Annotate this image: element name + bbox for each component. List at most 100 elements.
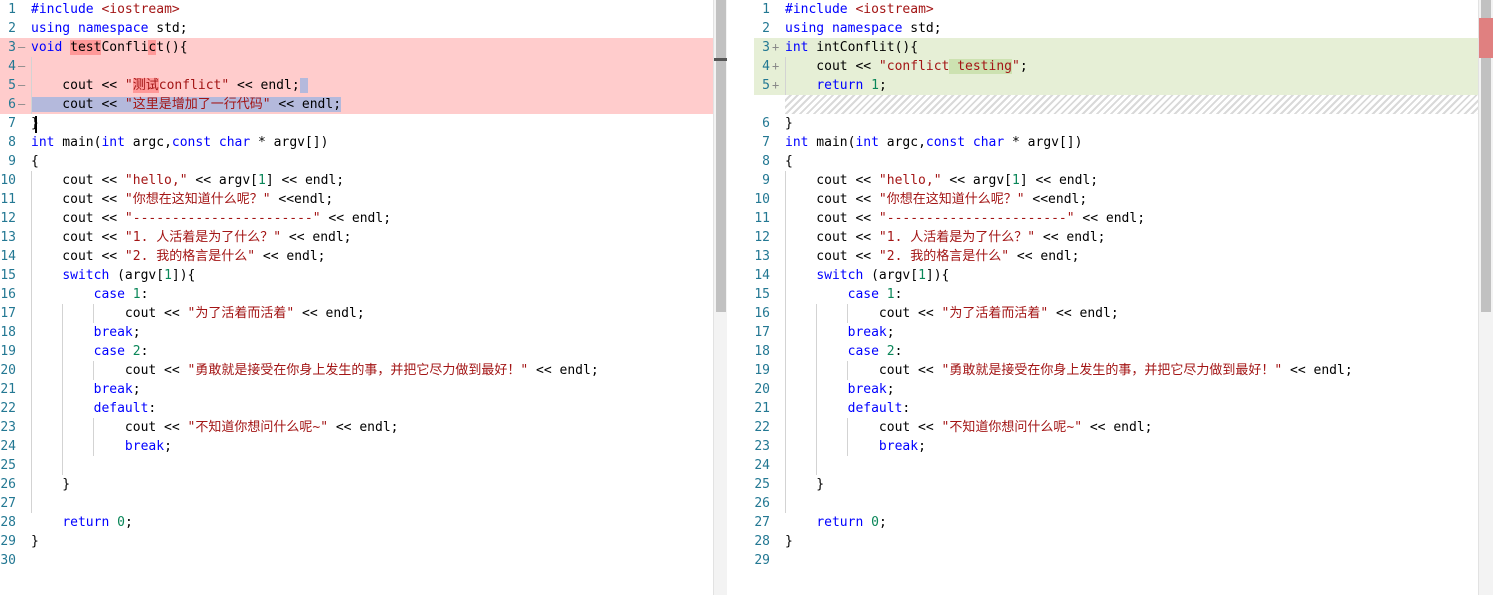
code-line[interactable]: 22 cout << "不知道你想问什么呢~" << endl; bbox=[754, 418, 1454, 437]
code-line[interactable]: 8 int main(int argc,const char * argv[]) bbox=[0, 133, 700, 152]
code-text: cout << "你想在这知道什么呢？" <<endl; bbox=[785, 192, 1088, 207]
code-line[interactable]: 8{ bbox=[754, 152, 1454, 171]
code-line[interactable]: 26 } bbox=[0, 475, 700, 494]
code-line[interactable]: 6} bbox=[754, 114, 1454, 133]
line-number: 28 bbox=[0, 515, 16, 530]
code-text: return 0; bbox=[816, 515, 887, 530]
line-number: 29 bbox=[0, 534, 16, 549]
indent-guide bbox=[62, 304, 63, 475]
code-line[interactable]: 15 switch (argv[1]){ bbox=[0, 266, 700, 285]
code-text: return 1; bbox=[816, 78, 887, 93]
code-line[interactable]: 1 #include <iostream> bbox=[0, 0, 700, 19]
code-line[interactable]: 5 + return 1; bbox=[754, 76, 1454, 95]
code-line[interactable]: 21 default: bbox=[754, 399, 1454, 418]
code-line[interactable]: 1 #include <iostream> bbox=[754, 0, 1454, 19]
code-line[interactable]: 17 break; bbox=[754, 323, 1454, 342]
code-line[interactable]: 29 bbox=[754, 551, 1454, 570]
line-number: 8 bbox=[762, 154, 770, 169]
code-line[interactable]: 20 cout << "勇敢就是接受在你身上发生的事，并把它尽力做到最好！" <… bbox=[0, 361, 700, 380]
code-line[interactable]: 16 cout << "为了活着而活着" << endl; bbox=[754, 304, 1454, 323]
code-line[interactable]: 27 return 0; bbox=[754, 513, 1454, 532]
code-line[interactable]: 14 cout << "2. 我的格言是什么" << endl; bbox=[0, 247, 700, 266]
code-line[interactable]: 19 case 2: bbox=[0, 342, 700, 361]
line-number: 3 bbox=[8, 40, 16, 55]
modified-scrollbar[interactable] bbox=[1478, 0, 1493, 595]
original-scrollbar[interactable] bbox=[713, 0, 727, 595]
original-editor-pane[interactable]: 1 #include <iostream> 2 using namespace std… bbox=[0, 0, 727, 595]
indent-guide bbox=[785, 171, 786, 513]
indent-guide bbox=[847, 304, 848, 323]
code-text: int main(int argc,const char * argv[]) bbox=[785, 135, 1083, 150]
code-line[interactable]: 3 + int intConflit(){ bbox=[754, 38, 1454, 57]
code-line[interactable]: 17 cout << "为了活着而活着" << endl; bbox=[0, 304, 700, 323]
code-line[interactable]: 7} bbox=[0, 114, 700, 133]
code-line[interactable]: 5— cout << "测试conflict" << endl; bbox=[0, 76, 700, 95]
code-text: } bbox=[785, 477, 825, 492]
code-line[interactable]: 28 return 0; bbox=[0, 513, 700, 532]
code-line[interactable]: 6— cout << "这里是增加了一行代码" << endl; bbox=[0, 95, 700, 114]
code-line[interactable] bbox=[754, 95, 1454, 114]
code-text: int intConflit(){ bbox=[785, 40, 919, 55]
code-text: cout << "2. 我的格言是什么" << endl; bbox=[785, 249, 1080, 264]
diff-gutter-mark: — bbox=[18, 40, 26, 54]
code-line[interactable]: 2 using namespace std; bbox=[0, 19, 700, 38]
modified-editor-pane[interactable]: 1 #include <iostream> 2 using namespace std… bbox=[754, 0, 1493, 595]
code-line[interactable]: 27 bbox=[0, 494, 700, 513]
code-line[interactable]: 4 + cout << "conflict testing"; bbox=[754, 57, 1454, 76]
code-line[interactable]: 10 cout << "你想在这知道什么呢？" <<endl; bbox=[754, 190, 1454, 209]
code-line[interactable]: 14 switch (argv[1]){ bbox=[754, 266, 1454, 285]
code-line[interactable]: 21 break; bbox=[0, 380, 700, 399]
code-line[interactable]: 23 cout << "不知道你想问什么呢~" << endl; bbox=[0, 418, 700, 437]
code-line[interactable]: 7 int main(int argc,const char * argv[]) bbox=[754, 133, 1454, 152]
line-number: 11 bbox=[754, 211, 770, 226]
code-line[interactable]: 29} bbox=[0, 532, 700, 551]
line-number: 4 bbox=[8, 59, 16, 74]
line-number: 14 bbox=[754, 268, 770, 283]
code-line[interactable]: 26 bbox=[754, 494, 1454, 513]
diff-editor: 1 #include <iostream> 2 using namespace std… bbox=[0, 0, 1493, 595]
line-number: 14 bbox=[0, 249, 16, 264]
line-number: 9 bbox=[8, 154, 16, 169]
code-line[interactable]: 19 cout << "勇敢就是接受在你身上发生的事，并把它尽力做到最好！" <… bbox=[754, 361, 1454, 380]
code-line[interactable]: 24 break; bbox=[0, 437, 700, 456]
code-text: default: bbox=[93, 401, 157, 416]
code-line[interactable]: 3— void testConflict(){ bbox=[0, 38, 700, 57]
code-line[interactable]: 20 break; bbox=[754, 380, 1454, 399]
line-number: 7 bbox=[762, 135, 770, 150]
code-line[interactable]: 24 bbox=[754, 456, 1454, 475]
indent-guide bbox=[93, 361, 94, 380]
line-number: 1 bbox=[762, 2, 770, 17]
code-line[interactable]: 12 cout << "1. 人活着是为了什么？" << endl; bbox=[754, 228, 1454, 247]
line-number: 23 bbox=[754, 439, 770, 454]
code-line[interactable]: 23 break; bbox=[754, 437, 1454, 456]
line-number: 9 bbox=[762, 173, 770, 188]
code-line[interactable]: 16 case 1: bbox=[0, 285, 700, 304]
code-line[interactable]: 4— bbox=[0, 57, 700, 76]
code-line[interactable]: 25 } bbox=[754, 475, 1454, 494]
code-line[interactable]: 22 default: bbox=[0, 399, 700, 418]
code-line[interactable]: 25 bbox=[0, 456, 700, 475]
code-line[interactable]: 10 cout << "hello," << argv[1] << endl; bbox=[0, 171, 700, 190]
code-line[interactable]: 18 break; bbox=[0, 323, 700, 342]
code-line[interactable]: 13 cout << "2. 我的格言是什么" << endl; bbox=[754, 247, 1454, 266]
code-line[interactable]: 9{ bbox=[0, 152, 700, 171]
indent-guide bbox=[31, 57, 32, 114]
code-text: default: bbox=[847, 401, 911, 416]
code-line[interactable]: 30 bbox=[0, 551, 700, 570]
code-line[interactable]: 9 cout << "hello," << argv[1] << endl; bbox=[754, 171, 1454, 190]
code-line[interactable]: 2 using namespace std; bbox=[754, 19, 1454, 38]
code-text: cout << "测试conflict" << endl; bbox=[31, 76, 308, 95]
code-line[interactable]: 13 cout << "1. 人活着是为了什么？" << endl; bbox=[0, 228, 700, 247]
line-number: 18 bbox=[754, 344, 770, 359]
indent-guide bbox=[93, 418, 94, 456]
code-line[interactable]: 18 case 2: bbox=[754, 342, 1454, 361]
code-line[interactable]: 15 case 1: bbox=[754, 285, 1454, 304]
code-line[interactable]: 12 cout << "-----------------------" << … bbox=[0, 209, 700, 228]
original-scrollbar-thumb[interactable] bbox=[716, 0, 726, 312]
code-line[interactable]: 11 cout << "你想在这知道什么呢？" <<endl; bbox=[0, 190, 700, 209]
code-line[interactable]: 28} bbox=[754, 532, 1454, 551]
pane-divider[interactable] bbox=[727, 0, 754, 595]
code-text: cout << "这里是增加了一行代码" << endl; bbox=[31, 97, 342, 112]
code-text: { bbox=[785, 154, 793, 169]
code-line[interactable]: 11 cout << "-----------------------" << … bbox=[754, 209, 1454, 228]
